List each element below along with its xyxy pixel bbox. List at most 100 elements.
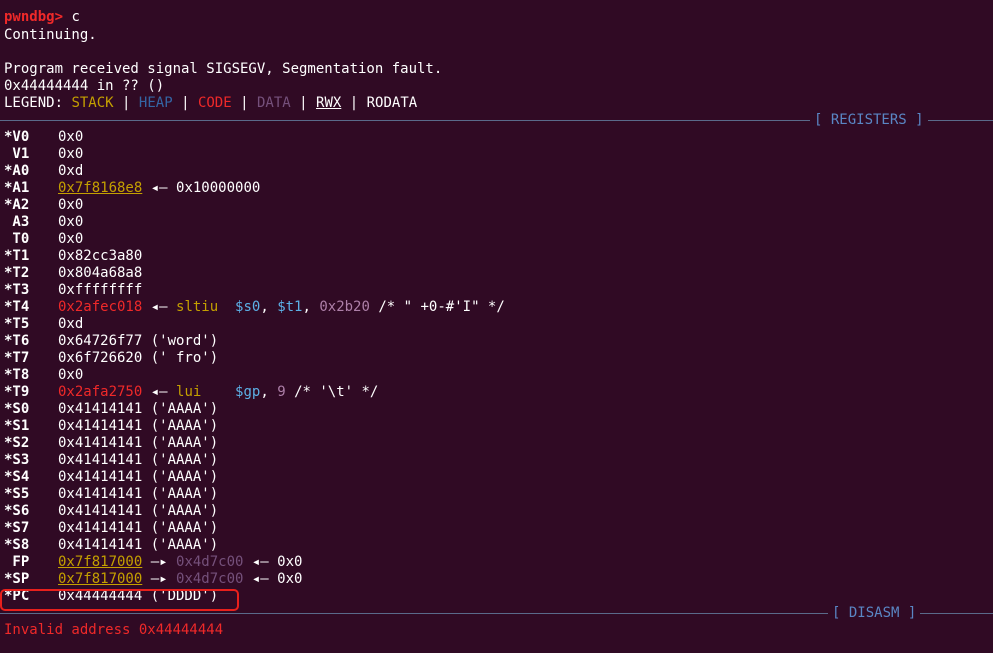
register-row: *S2 0x41414141 ('AAAA') [4,435,218,452]
register-value: 0x41414141 ('AAAA') [58,401,219,417]
deref-arrow: ◂— [243,571,278,587]
register-row: V1 0x0 [4,146,83,163]
deref-arrow: ◂— [243,554,278,570]
register-row: *S6 0x41414141 ('AAAA') [4,503,218,520]
register-row: *T1 0x82cc3a80 [4,248,142,265]
registers-header: [ REGISTERS ] [810,112,928,129]
register-row: *T5 0xd [4,316,83,333]
legend-sep: | [181,95,190,111]
register-row: *S0 0x41414141 ('AAAA') [4,401,218,418]
register-row: *T4 0x2afec018 ◂— sltiu $s0, $t1, 0x2b20 … [4,299,505,315]
register-value: 0x41414141 ('AAAA') [58,520,219,536]
register-name: A3 [4,214,30,230]
deref-value: 0x0 [277,571,303,587]
register-name: *S1 [4,418,30,434]
instruction-operand: $t1 [277,299,303,315]
register-value: 0x41414141 ('AAAA') [58,486,219,502]
register-name: *S2 [4,435,30,451]
instruction-comment: /* " +0-#'I" */ [378,299,505,315]
register-row: *A0 0xd [4,163,83,180]
register-row: *S1 0x41414141 ('AAAA') [4,418,218,435]
register-value: 0x41414141 ('AAAA') [58,469,219,485]
register-row: FP 0x7f817000 —▸ 0x4d7c00 ◂— 0x0 [4,554,302,571]
register-name: *A0 [4,163,30,179]
register-name: *S6 [4,503,30,519]
register-name: *S5 [4,486,30,502]
instruction-comment: /* '\t' */ [294,384,379,400]
register-name: *V0 [4,129,30,145]
register-name: *A1 [4,180,30,196]
chain-arrow: —▸ [142,571,177,587]
register-name: V1 [4,146,30,162]
register-row: *S5 0x41414141 ('AAAA') [4,486,218,503]
register-name: *T9 [4,384,30,400]
legend-sep: | [299,95,308,111]
code-pointer: 0x2afec018 [58,299,143,315]
legend-stack: STACK [71,95,114,111]
register-row: *T8 0x0 [4,367,83,384]
register-name: *T5 [4,316,30,332]
register-row: *S8 0x41414141 ('AAAA') [4,537,218,554]
register-name: *S0 [4,401,30,417]
data-pointer: 0x4d7c00 [176,554,244,570]
register-value: 0x41414141 ('AAAA') [58,418,219,434]
command: c [71,9,80,25]
instruction-operand: $s0 [235,299,261,315]
register-value: 0xd [58,316,84,332]
register-name: *S3 [4,452,30,468]
error-message: Invalid address 0x44444444 [4,622,224,638]
register-row: *S4 0x41414141 ('AAAA') [4,469,218,486]
register-row: *T7 0x6f726620 (' fro') [4,350,218,367]
legend-rwx: RWX [316,95,342,111]
register-name: *S7 [4,520,30,536]
register-value: 0xffffffff [58,282,143,298]
register-value: 0x0 [58,146,84,162]
register-value: 0x41414141 ('AAAA') [58,452,219,468]
fault-location: 0x44444444 in ?? () [4,78,165,94]
register-row: *A1 0x7f8168e8 ◂— 0x10000000 [4,180,260,197]
instruction-immediate: 9 [277,384,286,400]
register-name: *S8 [4,537,30,553]
register-name: *T4 [4,299,30,315]
deref-arrow: ◂— [142,180,177,196]
register-name: *S4 [4,469,30,485]
legend-data: DATA [256,95,291,111]
register-row: *V0 0x0 [4,129,83,146]
legend-line: LEGEND: STACK | HEAP | CODE | DATA | RWX… [4,95,417,112]
register-row: *S3 0x41414141 ('AAAA') [4,452,218,469]
register-value: 0x0 [58,197,84,213]
deref-arrow: ◂— [142,299,177,315]
register-value: 0x41414141 ('AAAA') [58,435,219,451]
register-value: 0x6f726620 (' fro') [58,350,219,366]
legend-sep: | [122,95,131,111]
register-name: *T3 [4,282,30,298]
register-name: *T7 [4,350,30,366]
prompt: pwndbg> [4,9,64,25]
register-row: *A2 0x0 [4,197,83,214]
legend-code: CODE [197,95,232,111]
code-pointer: 0x2afa2750 [58,384,143,400]
register-name: *T1 [4,248,30,264]
register-row: *T3 0xffffffff [4,282,142,299]
legend-heap: HEAP [138,95,173,111]
register-value: 0xd [58,163,84,179]
register-value: 0x0 [58,214,84,230]
instruction-mnemonic: sltiu [176,299,219,315]
register-row: A3 0x0 [4,214,83,231]
stack-pointer: 0x7f817000 [58,554,143,570]
register-name: FP [4,554,30,570]
prompt-line: pwndbg> c [4,9,80,26]
deref-value: 0x0 [277,554,303,570]
deref-value: 0x10000000 [176,180,261,196]
register-row: *T2 0x804a68a8 [4,265,142,282]
terminal-window[interactable]: pwndbg> c Continuing. Program received s… [0,0,993,653]
register-row: *SP 0x7f817000 —▸ 0x4d7c00 ◂— 0x0 [4,571,302,588]
register-name: *A2 [4,197,30,213]
instruction-operand: $gp [235,384,261,400]
stack-pointer: 0x7f817000 [58,571,143,587]
stack-pointer: 0x7f8168e8 [58,180,143,196]
register-row: *T6 0x64726f77 ('word') [4,333,218,350]
register-value: 0x0 [58,231,84,247]
chain-arrow: —▸ [142,554,177,570]
legend-sep: | [349,95,359,111]
